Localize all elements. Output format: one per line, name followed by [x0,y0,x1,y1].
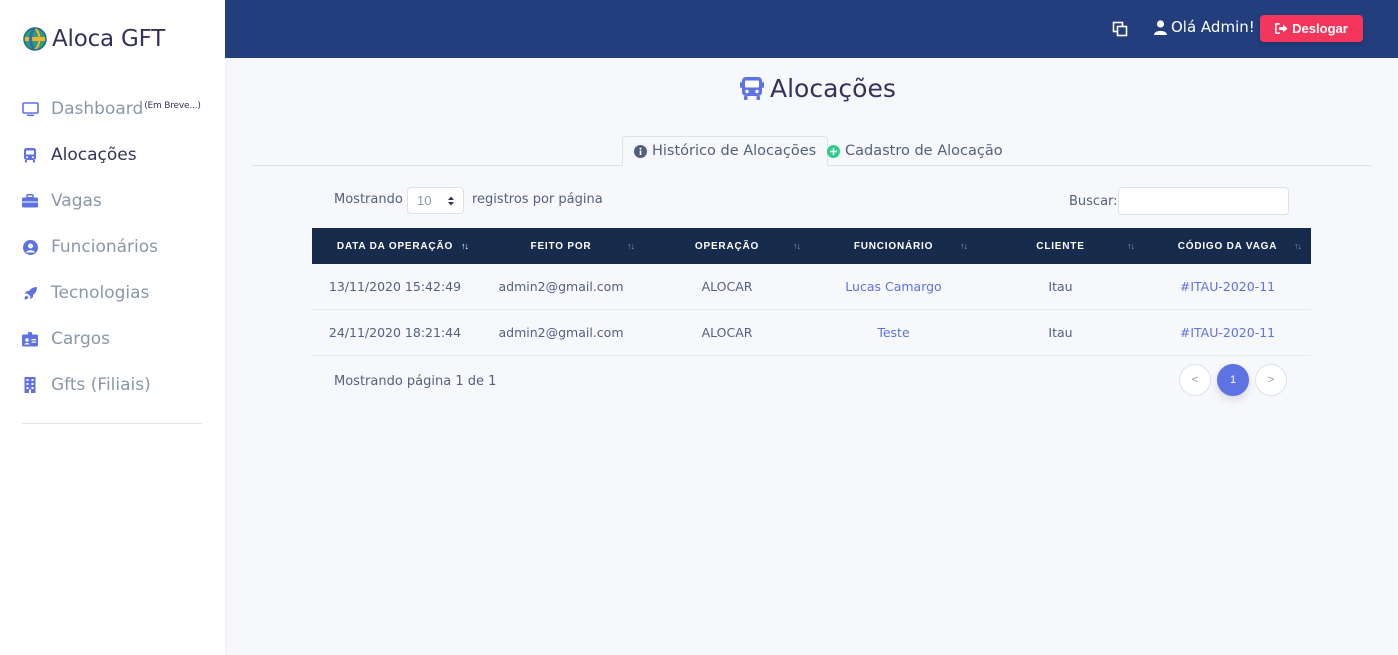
table-row: 24/11/2020 18:21:44 admin2@gmail.com ALO… [312,310,1311,356]
cell-data: 24/11/2020 18:21:44 [328,325,462,340]
sidebar-item-tecnologias[interactable]: Tecnologias [0,270,225,316]
sidebar-item-label: Dashboard [51,99,144,119]
table-row: 13/11/2020 15:42:49 admin2@gmail.com ALO… [312,264,1311,310]
logout-button[interactable]: Deslogar [1260,15,1363,42]
column-header-funcionario[interactable]: FUNCIONÁRIO ↑↓ [810,228,977,264]
sidebar: Aloca GFT Dashboard (Em Breve...) Alocaç… [0,0,225,655]
page-size-suffix: registros por página [472,192,603,207]
user-circle-icon [21,238,39,256]
sign-out-icon [1275,23,1288,34]
sidebar-item-label: Gfts (Filiais) [51,375,151,395]
sidebar-item-vagas[interactable]: Vagas [0,178,225,224]
sidebar-item-label: Funcionários [51,237,159,257]
page-title-text: Alocações [770,74,896,103]
window-restore-icon[interactable] [1112,21,1128,37]
column-header-feito-por[interactable]: FEITO POR ↑↓ [478,228,644,264]
plus-circle-icon [827,144,840,158]
top-navbar: Olá Admin! Deslogar [225,0,1398,58]
cell-cliente: Itau [1048,325,1073,340]
cell-feito-por: admin2@gmail.com [498,325,624,340]
sidebar-item-alocacoes[interactable]: Alocações [0,132,225,178]
globe-logo-icon [23,26,47,52]
next-page-button[interactable]: > [1255,364,1287,396]
sort-icon: ↑↓ [1294,241,1302,251]
sidebar-item-gfts[interactable]: Gfts (Filiais) [0,362,225,408]
page-title: Alocações [740,74,896,103]
sidebar-item-label: Cargos [51,329,111,349]
job-code-link[interactable]: #ITAU-2020-11 [1144,264,1311,309]
sidebar-item-funcionarios[interactable]: Funcionários [0,224,225,270]
sort-icon: ↑↓ [960,241,968,251]
allocations-table: DATA DA OPERAÇÃO ↑↓ FEITO POR ↑↓ OPERAÇÃO ↑… [312,228,1311,356]
id-badge-icon [21,330,39,348]
cell-operacao: ALOCAR [701,279,753,294]
rocket-icon [21,284,39,302]
column-header-codigo-vaga[interactable]: CÓDIGO DA VAGA ↑↓ [1144,228,1311,264]
job-code-link[interactable]: #ITAU-2020-11 [1144,310,1311,355]
cell-operacao: ALOCAR [701,325,753,340]
briefcase-icon [21,192,39,210]
employee-link[interactable]: Lucas Camargo [810,264,977,309]
sidebar-item-label: Tecnologias [51,283,150,303]
brand-name: Aloca GFT [52,26,166,52]
cell-data: 13/11/2020 15:42:49 [328,279,462,294]
tab-cadastro[interactable]: Cadastro de Alocação [816,136,1014,166]
page-size-value: 10 [417,193,432,208]
user-icon [1154,19,1167,35]
sort-icon: ↑↓ [793,241,801,251]
sidebar-item-dashboard[interactable]: Dashboard (Em Breve...) [0,86,225,132]
sidebar-item-label: Alocações [51,145,137,165]
pagination: < 1 > [1173,364,1287,396]
user-greeting: Olá Admin! [1171,18,1255,36]
search-label: Buscar: [1069,194,1118,209]
employee-link[interactable]: Teste [810,310,977,355]
user-menu[interactable]: Olá Admin! [1154,18,1255,36]
cell-feito-por: admin2@gmail.com [498,279,624,294]
sidebar-nav: Dashboard (Em Breve...) Alocações Vagas … [0,86,225,408]
sidebar-item-label: Vagas [51,191,102,211]
tab-label: Cadastro de Alocação [845,143,1003,159]
sidebar-item-cargos[interactable]: Cargos [0,316,225,362]
tab-label: Histórico de Alocações [652,143,817,159]
bus-icon [740,76,764,100]
page-size-select[interactable]: 10 [407,187,464,214]
building-icon [21,376,39,394]
column-header-data[interactable]: DATA DA OPERAÇÃO ↑↓ [312,228,478,264]
sidebar-divider [22,423,202,424]
sort-asc-icon: ↑↓ [461,241,469,251]
pagination-info: Mostrando página 1 de 1 [334,374,497,389]
page-1-button[interactable]: 1 [1217,364,1249,396]
table-header: DATA DA OPERAÇÃO ↑↓ FEITO POR ↑↓ OPERAÇÃO ↑… [312,228,1311,264]
sort-icon: ↑↓ [627,241,635,251]
search-input[interactable] [1118,187,1289,215]
tab-historico[interactable]: Histórico de Alocações [622,136,829,166]
info-circle-icon [634,144,647,158]
column-header-operacao[interactable]: OPERAÇÃO ↑↓ [644,228,810,264]
bus-icon [21,146,39,164]
prev-page-button[interactable]: < [1179,364,1211,396]
logout-label: Deslogar [1292,21,1348,36]
brand[interactable]: Aloca GFT [22,24,165,54]
monitor-icon [21,100,39,118]
cell-cliente: Itau [1048,279,1073,294]
select-arrows-icon [448,196,454,206]
column-header-cliente[interactable]: CLIENTE ↑↓ [977,228,1144,264]
sort-icon: ↑↓ [1127,241,1135,251]
page-size-prefix: Mostrando [334,192,403,207]
coming-soon-badge: (Em Breve...) [144,101,201,111]
